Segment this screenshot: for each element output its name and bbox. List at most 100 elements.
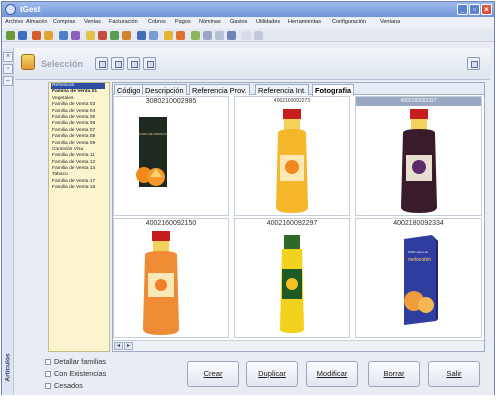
selection-export-button[interactable] [111, 57, 124, 70]
toolbar-open-icon[interactable] [18, 31, 27, 40]
rail-minimize-icon[interactable]: – [3, 76, 13, 86]
rail-close-icon[interactable]: × [3, 52, 13, 62]
borrar-button[interactable]: Borrar [368, 361, 420, 387]
vertical-scrollbar[interactable] [485, 82, 490, 352]
checkbox-box[interactable] [45, 371, 51, 377]
toolbar-collect-icon[interactable] [110, 31, 119, 40]
checkbox-box[interactable] [45, 359, 51, 365]
product-code: 3080210002985 [145, 98, 197, 105]
orange-juice-bottle-image [276, 109, 308, 213]
toolbar-calendar-icon[interactable] [203, 31, 212, 40]
checkbox-label: Detallar familias [54, 357, 106, 366]
salir-button[interactable]: Salir [428, 361, 480, 387]
toolbar-chart-icon[interactable] [149, 31, 158, 40]
rail-restore-icon[interactable]: ▫ [3, 64, 13, 74]
product-card[interactable]: 4002160092327 [355, 96, 482, 216]
product-card[interactable]: 4002180092334 100% zumo de melocotón [355, 218, 482, 338]
close-button[interactable]: × [481, 4, 492, 15]
maximize-button[interactable]: ▫ [469, 4, 480, 15]
product-code: 4002160092327 [356, 97, 481, 106]
menu-facturacion[interactable]: Facturación [109, 19, 138, 25]
minimize-button[interactable]: _ [457, 4, 468, 15]
tab-codigo[interactable]: Código [114, 84, 144, 95]
product-code: 4002180092334 [393, 220, 444, 227]
crear-button[interactable]: Crear [187, 361, 239, 387]
toolbar-stock-icon[interactable] [71, 31, 80, 40]
product-code: 4002160092150 [145, 220, 197, 227]
family-list[interactable]: Refrescos Familia de Venta 01 Vegetales … [48, 82, 110, 352]
menu-compras[interactable]: Compras [53, 19, 75, 25]
tab-referencia-int[interactable]: Referencia Int. [255, 84, 310, 95]
toolbar-pay-icon[interactable] [122, 31, 131, 40]
duplicar-button[interactable]: Duplicar [246, 361, 298, 387]
tab-descripcion[interactable]: Descripción [142, 84, 187, 95]
product-code: 4002160092273 [273, 98, 311, 104]
peach-juice-bottle-image [143, 231, 179, 335]
menu-archivo[interactable]: Archivo [5, 19, 23, 25]
orange-juice-carton-image: ZUMO DE NARANJA [136, 117, 168, 187]
product-grid: 3080210002985 ZUMO DE NARANJA 4002160092… [113, 96, 484, 339]
product-card[interactable]: 4002160092297 [234, 218, 350, 338]
menu-pagos[interactable]: Pagos [175, 19, 191, 25]
tab-referencia-prov[interactable]: Referencia Prov. [189, 84, 250, 95]
peach-juice-carton-image: 100% zumo de melocotón [404, 235, 438, 325]
status-bar [0, 395, 497, 405]
product-code: 4002160092297 [266, 220, 318, 227]
product-card[interactable]: 4002160092150 [113, 218, 229, 338]
toolbar-help-icon[interactable] [242, 31, 251, 40]
selection-print-button[interactable] [95, 57, 108, 70]
carton-label: melocotón [408, 257, 431, 263]
toolbar-sales-icon[interactable] [86, 31, 95, 40]
selection-options-button[interactable] [467, 57, 480, 70]
checkbox-label: Con Existencias [54, 369, 107, 378]
selection-filter-button[interactable] [127, 57, 140, 70]
cesados-checkbox[interactable]: Cesados [45, 381, 83, 390]
tab-fotografia[interactable]: Fotografía [312, 84, 355, 96]
menu-nominas[interactable]: Nóminas [199, 19, 221, 25]
product-panel: Código Descripción Referencia Prov. Refe… [112, 82, 485, 352]
toolbar-calc-icon[interactable] [191, 31, 200, 40]
checkbox-label: Cesados [54, 381, 83, 390]
toolbar-invoice-icon[interactable] [98, 31, 107, 40]
articles-icon [21, 54, 35, 70]
toolbar-report-icon[interactable] [137, 31, 146, 40]
modificar-button[interactable]: Modificar [306, 361, 358, 387]
menu-cobros[interactable]: Cobros [148, 19, 166, 25]
menu-gastos[interactable]: Gastos [230, 19, 247, 25]
scroll-left-icon[interactable]: ◂ [114, 342, 123, 350]
selection-refresh-button[interactable] [143, 57, 156, 70]
menu-configuracion[interactable]: Configuración [332, 19, 366, 25]
product-card[interactable]: 4002160092273 [234, 96, 350, 216]
toolbar-tools-icon[interactable] [164, 31, 173, 40]
toolbar [2, 29, 494, 42]
horizontal-scrollbar[interactable]: ◂ ▸ [113, 340, 484, 351]
menu-herramientas[interactable]: Herramientas [288, 19, 321, 25]
rail-articulos-label[interactable]: Artículos [5, 352, 12, 384]
checkbox-box[interactable] [45, 383, 51, 389]
carton-label: ZUMO DE NARANJA [139, 132, 168, 136]
left-rail: × ▫ – Artículos [2, 48, 14, 401]
con-existencias-checkbox[interactable]: Con Existencias [45, 369, 106, 378]
detallar-familias-checkbox[interactable]: Detallar familias [45, 357, 106, 366]
menu-almacen[interactable]: Almacén [26, 19, 47, 25]
toolbar-mail-icon[interactable] [44, 31, 53, 40]
toolbar-exit-icon[interactable] [254, 31, 263, 40]
scroll-right-icon[interactable]: ▸ [124, 342, 133, 350]
toolbar-print-icon[interactable] [32, 31, 41, 40]
menu-ventas[interactable]: Ventas [84, 19, 101, 25]
app-logo-icon [5, 4, 16, 15]
list-item[interactable]: Familia de Venta 18 [49, 185, 109, 191]
menu-bar: Archivo Almacén Compras Ventas Facturaci… [2, 18, 494, 28]
toolbar-new-icon[interactable] [6, 31, 15, 40]
toolbar-config-icon[interactable] [176, 31, 185, 40]
toolbar-notes-icon[interactable] [215, 31, 224, 40]
toolbar-window-icon[interactable] [227, 31, 236, 40]
menu-utilidades[interactable]: Utilidades [256, 19, 280, 25]
selection-header: Selección [15, 48, 490, 80]
menu-ventana[interactable]: Ventana [380, 19, 400, 25]
product-card[interactable]: 3080210002985 ZUMO DE NARANJA [113, 96, 229, 216]
window-title: tGest [20, 5, 41, 14]
title-bar: tGest _ ▫ × [2, 2, 494, 17]
toolbar-users-icon[interactable] [59, 31, 68, 40]
carton-label: 100% zumo de [408, 250, 428, 254]
